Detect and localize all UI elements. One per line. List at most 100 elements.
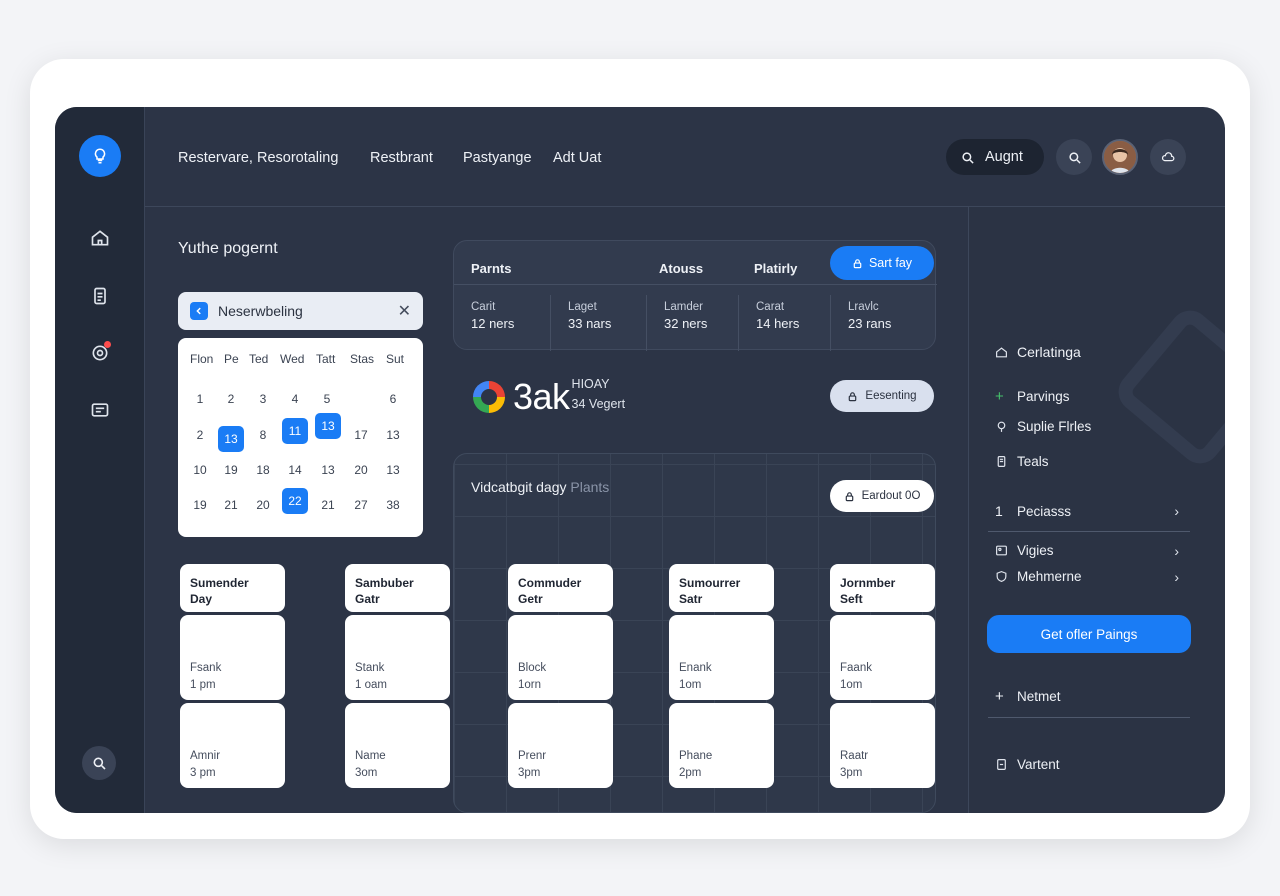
calendar-day[interactable]: 13: [380, 422, 406, 448]
time-slot[interactable]: Enank 1om: [669, 615, 774, 700]
stat-cell: Laget 33 nars: [550, 295, 646, 351]
day-column: Commuder Getr Block 1orn Prenr 3pm: [508, 564, 613, 788]
calendar-day[interactable]: 4: [282, 386, 308, 412]
panel-item-vigies[interactable]: Vigies: [995, 543, 1054, 558]
calendar-day[interactable]: 27: [348, 492, 374, 518]
eesenting-button[interactable]: Eesenting: [830, 380, 934, 412]
calendar-day[interactable]: 5: [314, 386, 340, 412]
calendar-day-selected[interactable]: 13: [315, 413, 341, 439]
stat-cell: Lravlc 23 rans: [830, 295, 926, 351]
chevron-right-icon: ›: [1174, 569, 1179, 585]
divider: [454, 284, 937, 285]
stat-value: 14 hers: [756, 316, 800, 331]
calendar-day[interactable]: 8: [250, 422, 276, 448]
app-window: Restervare, Resorotaling Restbrant Pasty…: [55, 107, 1225, 813]
avatar[interactable]: [1102, 139, 1138, 175]
panel-item-suplie[interactable]: Suplie Flrles: [995, 419, 1091, 434]
home-icon[interactable]: [88, 226, 112, 250]
slot-time: 3pm: [518, 767, 541, 779]
stat-label: Lravlc: [848, 301, 879, 313]
header-search-button[interactable]: Augnt: [946, 139, 1044, 175]
calendar-day[interactable]: 21: [218, 492, 244, 518]
cloud-icon: [1161, 151, 1174, 161]
google-logo-icon: [473, 381, 505, 413]
slot-name: Block: [518, 662, 547, 674]
day-head-line: Day: [190, 592, 213, 606]
day-column: Sambuber Gatr Stank 1 oam Name 3om: [345, 564, 450, 788]
slot-name: Fsank: [190, 662, 222, 674]
calendar-day[interactable]: 10: [187, 457, 213, 483]
calendar-day[interactable]: 19: [187, 492, 213, 518]
slot-name: Name: [355, 750, 386, 762]
calendar-day[interactable]: 19: [218, 457, 244, 483]
calendar-day[interactable]: 20: [250, 492, 276, 518]
time-slot[interactable]: Prenr 3pm: [508, 703, 613, 788]
search-button[interactable]: [1056, 139, 1092, 175]
panel-item-parvings[interactable]: + Parvings: [995, 388, 1070, 405]
day-head-line: Sumourrer: [679, 576, 741, 590]
nav-link-1[interactable]: Restervare, Resorotaling: [178, 150, 338, 166]
document-icon: [997, 759, 1006, 770]
plus-icon: +: [995, 688, 1004, 705]
time-slot[interactable]: Raatr 3pm: [830, 703, 935, 788]
time-slot[interactable]: Faank 1om: [830, 615, 935, 700]
panel-item-label: Peciasss: [1017, 503, 1072, 519]
eardout-button[interactable]: Eardout 0O: [830, 480, 934, 512]
slot-name: Faank: [840, 662, 872, 674]
calendar-day[interactable]: 38: [380, 492, 406, 518]
panel-item-cerlatinga[interactable]: Cerlatinga: [995, 344, 1081, 360]
time-slot[interactable]: Name 3om: [345, 703, 450, 788]
calendar-day[interactable]: 14: [282, 457, 308, 483]
panel-item-teals[interactable]: Teals: [995, 454, 1049, 469]
time-slot[interactable]: Phane 2pm: [669, 703, 774, 788]
calendar-day[interactable]: 20: [348, 457, 374, 483]
calendar-day-selected[interactable]: 22: [282, 488, 308, 514]
panel-item-label: Vigies: [1017, 543, 1054, 558]
cloud-button[interactable]: [1150, 139, 1186, 175]
time-slot[interactable]: Stank 1 oam: [345, 615, 450, 700]
calendar-day-selected[interactable]: 13: [218, 426, 244, 452]
weekday-label: Stas: [350, 352, 375, 366]
card-icon[interactable]: [88, 398, 112, 422]
sidebar-search-button[interactable]: [82, 746, 116, 780]
calendar-day[interactable]: 18: [250, 457, 276, 483]
calendar-day[interactable]: 13: [380, 457, 406, 483]
close-icon[interactable]: ✕: [398, 301, 411, 321]
nav-link-2[interactable]: Restbrant: [370, 150, 433, 166]
target-icon[interactable]: [88, 341, 112, 365]
panel-item-vartent[interactable]: Vartent: [995, 757, 1060, 772]
nav-link-4[interactable]: Adt Uat: [553, 150, 601, 166]
lock-icon: [849, 391, 857, 401]
calendar-day[interactable]: 2: [218, 386, 244, 412]
panel-item-peciasss[interactable]: 1 Peciasss: [995, 503, 1071, 519]
lightbulb-icon[interactable]: [79, 135, 121, 177]
panel-item-label: Suplie Flrles: [1017, 419, 1092, 434]
calendar-day[interactable]: 1: [187, 386, 213, 412]
calendar-day[interactable]: 21: [315, 492, 341, 518]
day-column: Sumourrer Satr Enank 1om Phane 2pm: [669, 564, 774, 788]
time-slot[interactable]: Amnir 3 pm: [180, 703, 285, 788]
chevron-left-icon[interactable]: [190, 302, 208, 320]
search-icon: [962, 151, 974, 164]
calendar-day[interactable]: 6: [380, 386, 406, 412]
get-offer-button[interactable]: Get ofler Paings: [987, 615, 1191, 653]
document-icon[interactable]: [88, 284, 112, 308]
calendar-day-selected[interactable]: 11: [282, 418, 308, 444]
panel-item-mehmerne[interactable]: Mehmerne: [995, 569, 1082, 584]
calendar-day[interactable]: 3: [250, 386, 276, 412]
day-head-line: Satr: [679, 592, 703, 606]
calendar-day[interactable]: 17: [348, 422, 374, 448]
stat-label: Carit: [471, 301, 496, 313]
panel-item-netmet[interactable]: + Netmet: [995, 688, 1061, 705]
nav-link-3[interactable]: Pastyange: [463, 150, 532, 166]
time-slot[interactable]: Fsank 1 pm: [180, 615, 285, 700]
shield-icon: [996, 570, 1007, 582]
start-day-button[interactable]: Sart fay: [830, 246, 934, 280]
decorative-shape: [1110, 302, 1225, 472]
start-day-label: Sart fay: [868, 256, 913, 270]
stats-card: Parnts Atouss Platirly Sart fay Carit 12…: [453, 240, 937, 351]
calendar-day[interactable]: 2: [187, 422, 213, 448]
time-slot[interactable]: Block 1orn: [508, 615, 613, 700]
day-column-header: Sumender Day: [180, 564, 285, 612]
calendar-day[interactable]: 13: [315, 457, 341, 483]
